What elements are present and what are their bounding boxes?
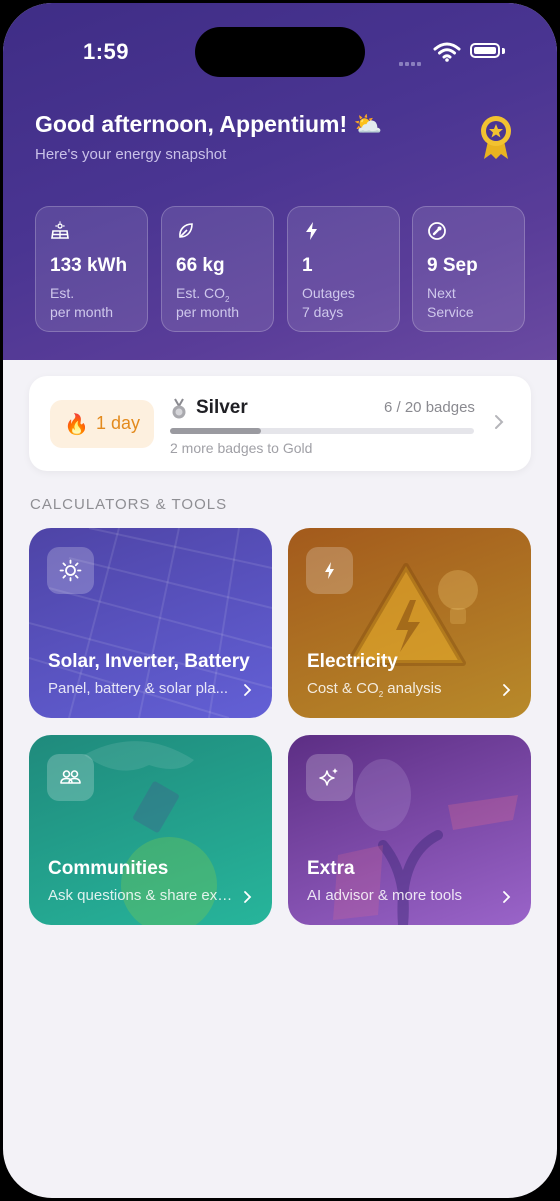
card-title: Solar, Inverter, Battery: [48, 651, 250, 672]
stat-card-outages[interactable]: 1 Outages 7 days: [287, 206, 400, 332]
wrench-icon: [428, 222, 446, 240]
stat-value: 133 kWh: [50, 255, 128, 276]
stat-label: Est. CO2: [176, 285, 230, 304]
solar-panel-icon: [51, 221, 69, 239]
stat-card-service[interactable]: 9 Sep Next Service: [412, 206, 525, 332]
streak-pill: 🔥 1 day: [50, 400, 154, 448]
card-subtitle: Cost & CO2 analysis: [307, 680, 442, 699]
medal-icon[interactable]: [479, 115, 513, 161]
card-title: Electricity: [307, 651, 398, 672]
card-subtitle: Panel, battery & solar pla...: [48, 680, 229, 697]
badge-progress-fill: [170, 428, 262, 434]
dynamic-island: [195, 27, 365, 77]
silver-medal-icon: [172, 398, 186, 419]
badge-progress-bar: [170, 428, 474, 434]
status-time: 1:59: [83, 39, 130, 64]
subtitle: Here's your energy snapshot: [35, 146, 227, 163]
chevron-right-icon: [503, 684, 511, 696]
screen: 1:59 Good afternoon, Appentium! ⛅ Here's…: [3, 3, 557, 1198]
battery-icon: [470, 43, 500, 58]
sparkles-icon: [319, 768, 338, 786]
chevron-right-icon: [495, 415, 504, 429]
stat-value: 1: [302, 255, 313, 276]
badge-count: 6 / 20 badges: [384, 399, 475, 416]
chevron-right-icon: [244, 891, 252, 903]
communities-card[interactable]: Communities Ask questions & share exp...: [29, 735, 272, 925]
streak-days: 1 day: [96, 413, 141, 433]
stat-label: Est.: [50, 285, 75, 301]
card-subtitle: AI advisor & more tools: [307, 887, 463, 904]
chevron-right-icon: [503, 891, 511, 903]
bolt-icon: [306, 222, 317, 240]
bolt-icon: [325, 562, 334, 579]
stat-label: Service: [427, 304, 474, 320]
wifi-icon: [433, 42, 461, 62]
stat-value: 9 Sep: [427, 255, 478, 276]
card-title: Communities: [48, 858, 169, 879]
stat-card-energy[interactable]: 133 kWh Est. per month: [35, 206, 148, 332]
next-tier-text: 2 more badges to Gold: [170, 440, 313, 456]
section-title: CALCULATORS & TOOLS: [30, 496, 228, 513]
stat-value: 66 kg: [176, 255, 225, 276]
card-icon-box: [306, 547, 353, 594]
card-icon-box: [306, 754, 353, 801]
card-icon-box: [47, 547, 94, 594]
flame-icon: 🔥: [64, 414, 89, 436]
stat-card-co2[interactable]: 66 kg Est. CO2 per month: [161, 206, 274, 332]
extra-card[interactable]: Extra AI advisor & more tools: [288, 735, 531, 925]
greeting: Good afternoon, Appentium! ⛅: [35, 111, 383, 137]
streak-card[interactable]: 🔥 1 day Silver 6 / 20 badges 2 more badg…: [29, 376, 531, 471]
stat-label: Outages: [302, 285, 355, 301]
stat-label: 7 days: [302, 304, 344, 320]
users-icon: [60, 770, 81, 784]
leaf-icon: [179, 223, 193, 238]
chevron-right-icon: [244, 684, 252, 696]
tier-label: Silver: [196, 397, 248, 418]
stat-label: per month: [176, 304, 240, 320]
solar-card[interactable]: Solar, Inverter, Battery Panel, battery …: [29, 528, 272, 718]
header-panel: 1:59 Good afternoon, Appentium! ⛅ Here's…: [3, 3, 557, 360]
phone-frame: 1:59 Good afternoon, Appentium! ⛅ Here's…: [0, 0, 560, 1201]
sun-icon: [59, 559, 82, 582]
card-icon-box: [47, 754, 94, 801]
card-title: Extra: [307, 858, 355, 879]
stat-label: Next: [427, 285, 456, 301]
card-subtitle: Ask questions & share exp...: [48, 887, 238, 904]
signal-icon: [399, 53, 423, 71]
electricity-card[interactable]: Electricity Cost & CO2 analysis: [288, 528, 531, 718]
stat-label: per month: [50, 304, 114, 320]
